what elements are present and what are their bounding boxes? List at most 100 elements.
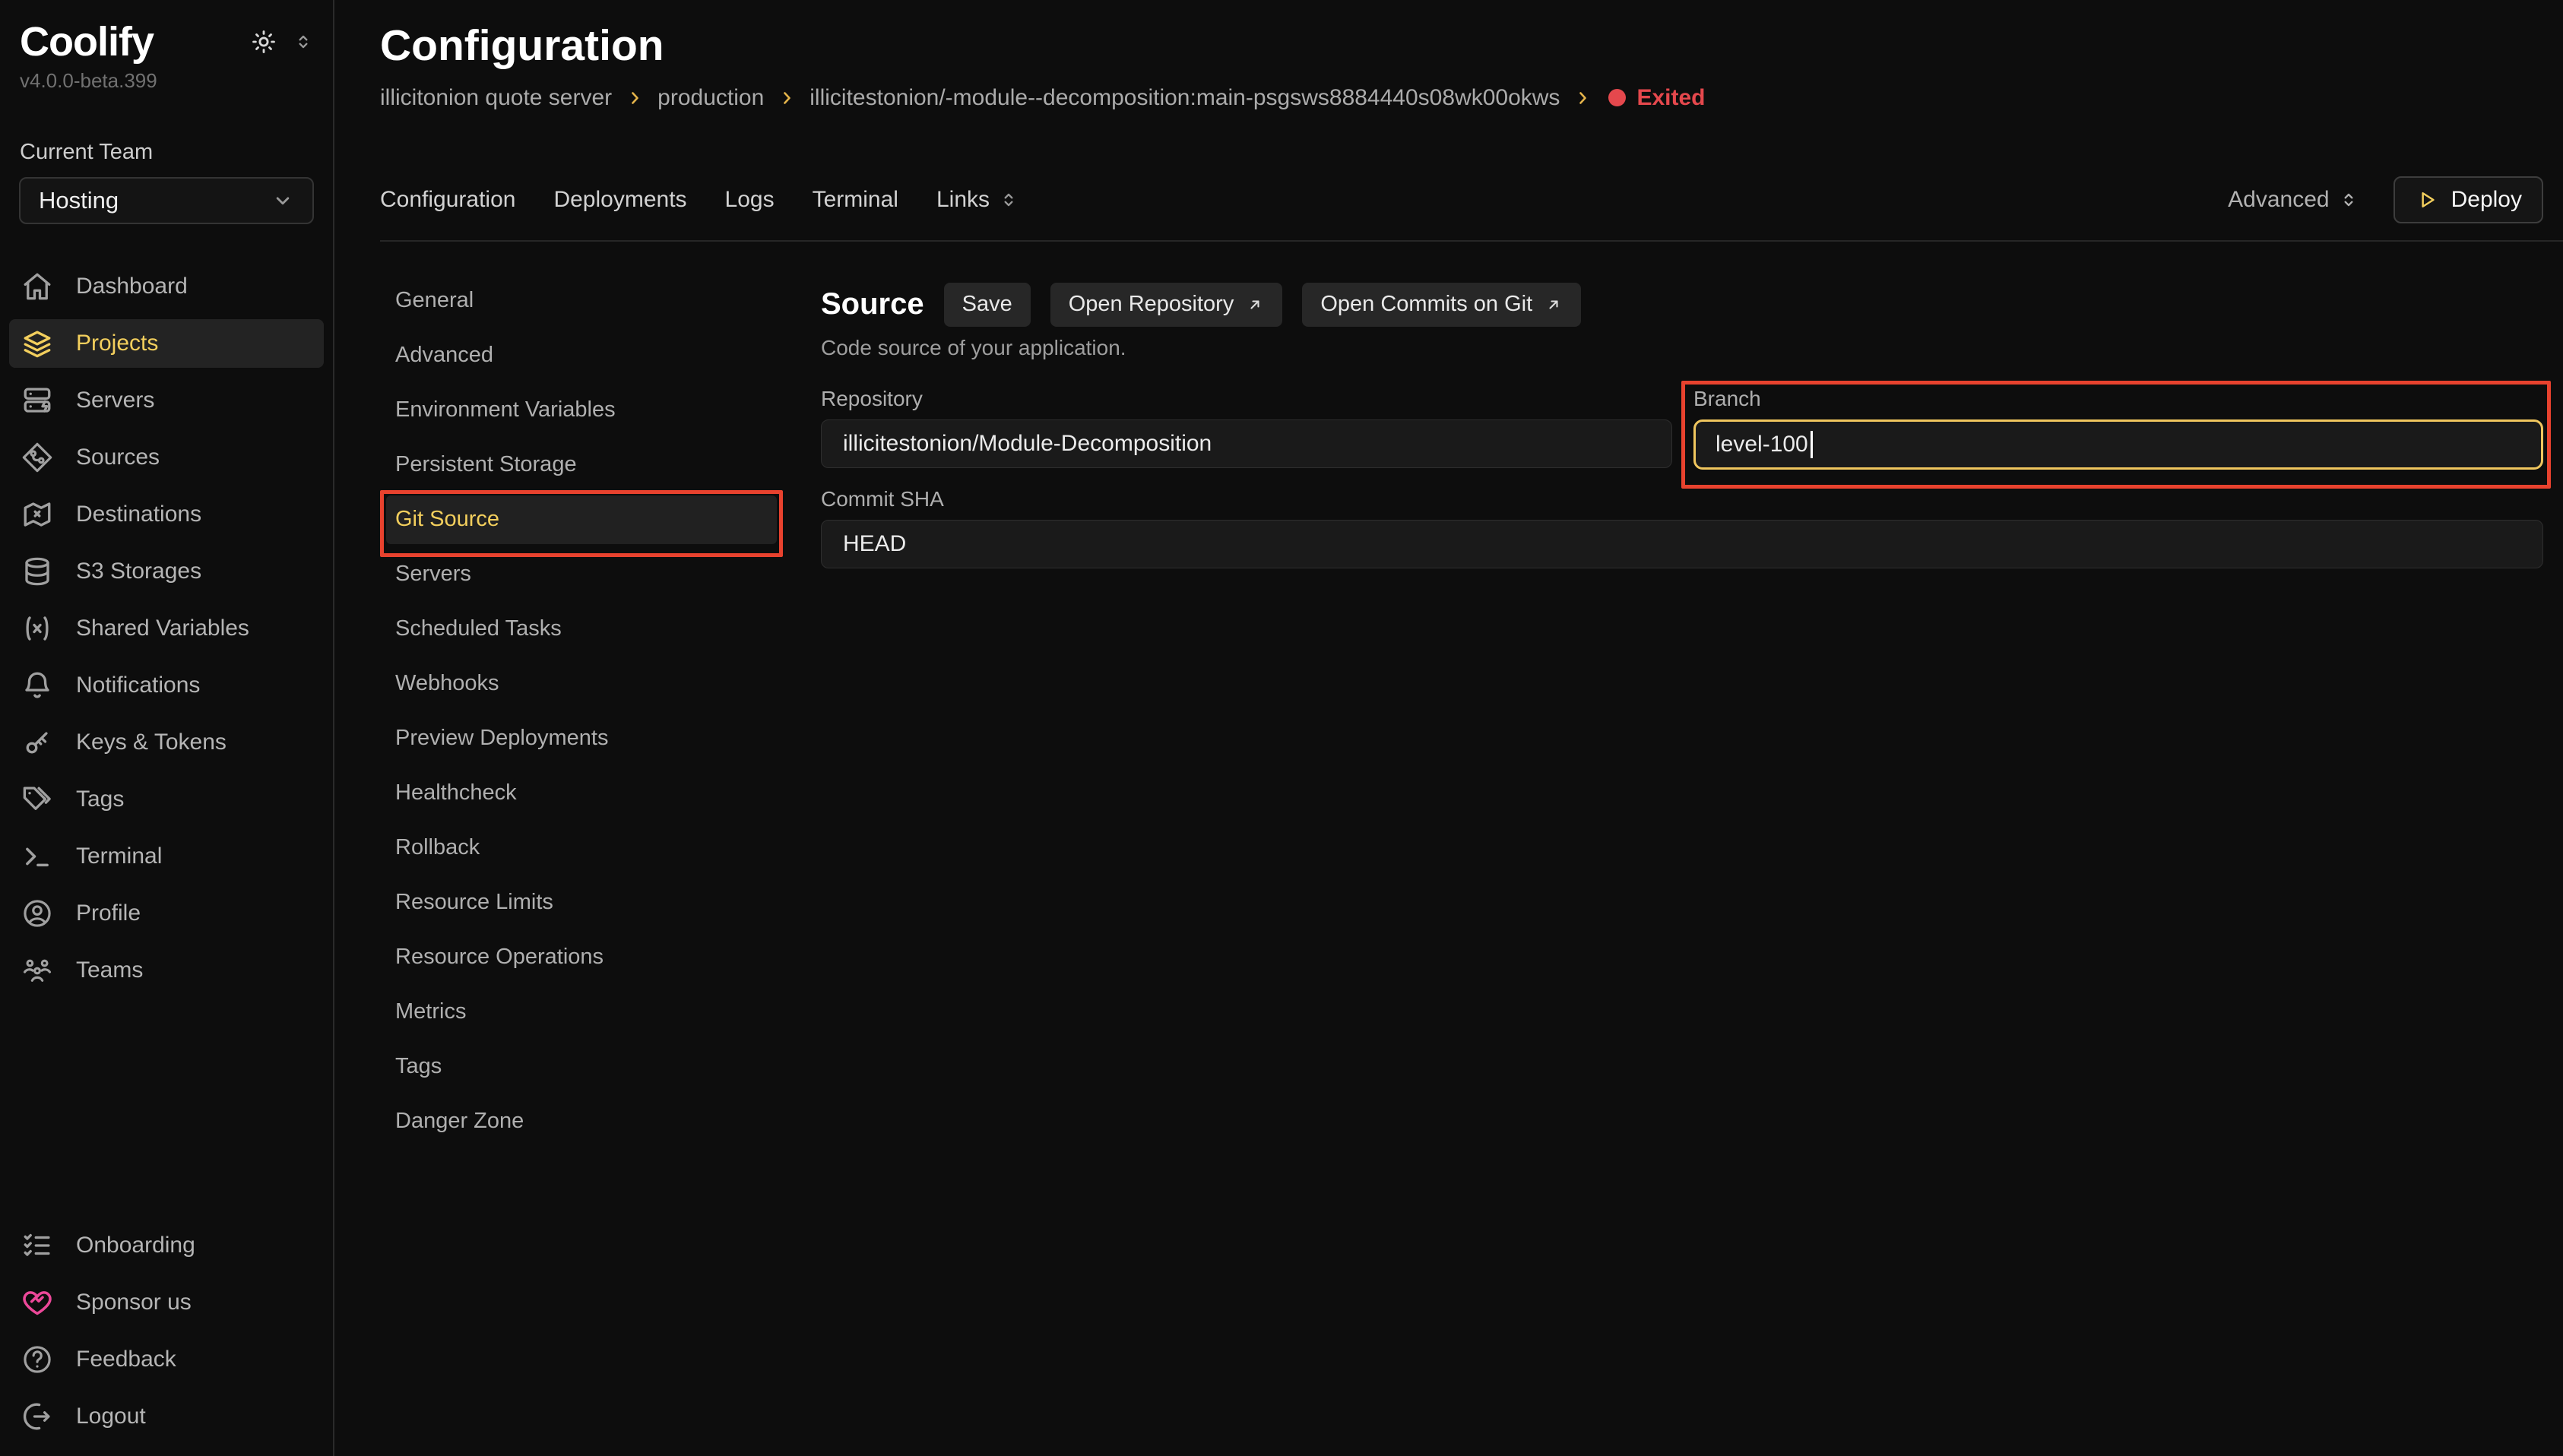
tab-logs[interactable]: Logs	[725, 187, 775, 213]
sidebar-item-label: Keys & Tokens	[76, 730, 227, 755]
sidebar-item-label: S3 Storages	[76, 559, 201, 584]
sidebar-item-tags[interactable]: Tags	[9, 775, 324, 824]
configuration-subnav: General Advanced Environment Variables P…	[380, 277, 783, 1456]
commit-sha-field: Commit SHA	[821, 486, 2543, 568]
home-icon	[21, 271, 53, 302]
sidebar-item-label: Sources	[76, 445, 160, 470]
main-content: Configuration illicitonion quote server …	[334, 0, 2563, 1456]
play-icon	[2415, 188, 2438, 211]
subnav-item-general[interactable]: General	[386, 277, 777, 325]
sidebar-item-projects[interactable]: Projects	[9, 319, 324, 368]
advanced-selector[interactable]: Advanced	[2228, 187, 2358, 213]
sidebar-item-servers[interactable]: Servers	[9, 376, 324, 425]
sidebar-item-notifications[interactable]: Notifications	[9, 661, 324, 710]
subnav-item-healthcheck[interactable]: Healthcheck	[386, 769, 777, 818]
save-button[interactable]: Save	[944, 283, 1031, 327]
chevron-right-icon	[778, 89, 796, 107]
sidebar-item-terminal[interactable]: Terminal	[9, 832, 324, 881]
sidebar-item-label: Logout	[76, 1404, 146, 1429]
divider	[380, 240, 2563, 242]
status-badge: Exited	[1608, 85, 1705, 111]
commit-sha-input[interactable]	[821, 520, 2543, 568]
sidebar-item-onboarding[interactable]: Onboarding	[9, 1221, 324, 1270]
users-icon	[21, 954, 53, 986]
section-description: Code source of your application.	[821, 336, 2543, 360]
app-logo: Coolify	[20, 20, 154, 65]
sidebar-item-s3-storages[interactable]: S3 Storages	[9, 547, 324, 596]
sidebar-item-dashboard[interactable]: Dashboard	[9, 262, 324, 311]
subnav-item-scheduled-tasks[interactable]: Scheduled Tasks	[386, 605, 777, 654]
sidebar-item-feedback[interactable]: Feedback	[9, 1335, 324, 1384]
sidebar-item-label: Projects	[76, 331, 158, 356]
sidebar-item-shared-variables[interactable]: Shared Variables	[9, 604, 324, 653]
subnav-item-metrics[interactable]: Metrics	[386, 988, 777, 1037]
tab-deployments[interactable]: Deployments	[553, 187, 686, 213]
subnav-item-persistent-storage[interactable]: Persistent Storage	[386, 441, 777, 489]
tab-terminal[interactable]: Terminal	[813, 187, 898, 213]
sidebar-item-label: Destinations	[76, 502, 201, 527]
sidebar-item-profile[interactable]: Profile	[9, 889, 324, 938]
sidebar-item-teams[interactable]: Teams	[9, 946, 324, 995]
subnav-item-preview-deployments[interactable]: Preview Deployments	[386, 714, 777, 763]
tab-links[interactable]: Links	[936, 187, 1019, 213]
app-version: v4.0.0-beta.399	[20, 69, 313, 93]
section-title: Source	[821, 287, 924, 321]
subnav-item-danger-zone[interactable]: Danger Zone	[386, 1097, 777, 1146]
branch-value: level-100	[1716, 432, 1808, 457]
subnav-item-resource-limits[interactable]: Resource Limits	[386, 878, 777, 927]
subnav-item-resource-operations[interactable]: Resource Operations	[386, 933, 777, 982]
breadcrumb-environment[interactable]: production	[657, 85, 764, 111]
sidebar-item-label: Feedback	[76, 1347, 176, 1372]
status-text: Exited	[1636, 85, 1705, 111]
open-repository-button[interactable]: Open Repository	[1050, 283, 1283, 327]
git-source-panel: Source Save Open Repository Open Commits…	[821, 277, 2543, 1456]
page-title: Configuration	[380, 21, 2543, 71]
sidebar: Coolify v4.0.0-beta.399 Current Team Hos…	[0, 0, 334, 1456]
bell-icon	[21, 669, 53, 701]
breadcrumb-project[interactable]: illicitonion quote server	[380, 85, 612, 111]
layers-icon	[21, 328, 53, 359]
team-select[interactable]: Hosting	[19, 177, 314, 224]
tab-configuration[interactable]: Configuration	[380, 187, 515, 213]
subnav-item-servers[interactable]: Servers	[386, 550, 777, 599]
sidebar-item-destinations[interactable]: Destinations	[9, 490, 324, 539]
current-team-label: Current Team	[20, 140, 313, 165]
subnav-item-rollback[interactable]: Rollback	[386, 824, 777, 872]
git-source-icon	[21, 442, 53, 473]
subnav-item-tags[interactable]: Tags	[386, 1043, 777, 1091]
chevrons-up-down-icon	[2339, 190, 2359, 210]
arrow-up-right-icon	[1246, 296, 1264, 314]
sidebar-item-sponsor-us[interactable]: Sponsor us	[9, 1278, 324, 1327]
repository-field: Repository	[821, 386, 1672, 470]
sidebar-item-keys-tokens[interactable]: Keys & Tokens	[9, 718, 324, 767]
breadcrumb-application[interactable]: illicitestonion/-module--decomposition:m…	[809, 85, 1560, 111]
status-dot-icon	[1608, 89, 1626, 106]
map-icon	[21, 499, 53, 530]
branch-input[interactable]: level-100	[1693, 419, 2543, 470]
chevron-right-icon	[626, 89, 644, 107]
commit-sha-label: Commit SHA	[821, 486, 2543, 512]
subnav-item-environment-variables[interactable]: Environment Variables	[386, 386, 777, 435]
logout-icon	[21, 1401, 53, 1432]
deploy-button[interactable]: Deploy	[2394, 176, 2543, 223]
sun-icon[interactable]	[251, 29, 277, 55]
repository-input[interactable]	[821, 419, 1672, 468]
help-circle-icon	[21, 1344, 53, 1375]
key-icon	[21, 726, 53, 758]
repository-label: Repository	[821, 386, 1672, 412]
sidebar-item-sources[interactable]: Sources	[9, 433, 324, 482]
subnav-item-git-source[interactable]: Git Source	[386, 495, 777, 544]
sidebar-nav: Dashboard Projects Servers Sources Desti…	[9, 262, 324, 995]
database-icon	[21, 555, 53, 587]
user-circle-icon	[21, 897, 53, 929]
sidebar-item-logout[interactable]: Logout	[9, 1392, 324, 1441]
sidebar-item-label: Servers	[76, 388, 154, 413]
subnav-item-webhooks[interactable]: Webhooks	[386, 660, 777, 708]
checklist-icon	[21, 1230, 53, 1261]
sidebar-item-label: Dashboard	[76, 274, 188, 299]
subnav-item-advanced[interactable]: Advanced	[386, 331, 777, 380]
branch-label: Branch	[1693, 386, 2543, 412]
sidebar-item-label: Teams	[76, 957, 143, 983]
theme-chevrons-icon[interactable]	[293, 32, 313, 52]
open-commits-button[interactable]: Open Commits on Git	[1302, 283, 1581, 327]
